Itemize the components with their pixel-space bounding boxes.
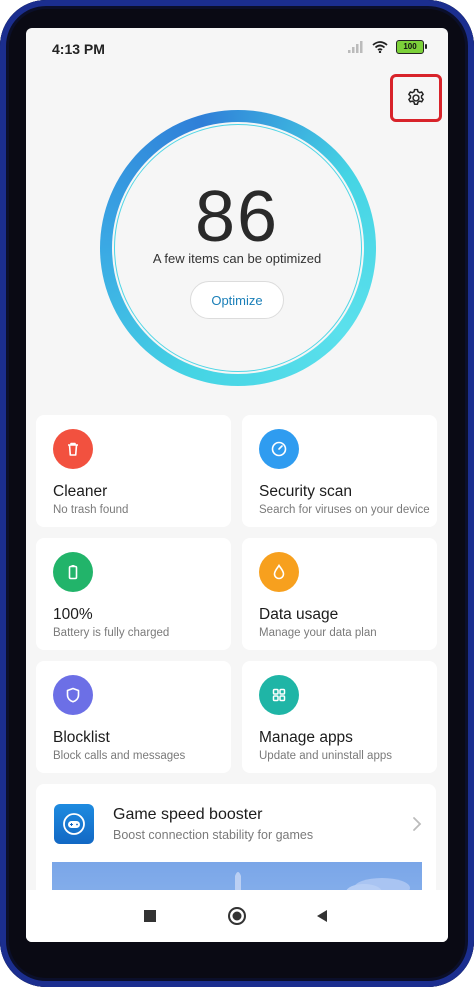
phone-frame: 4:13 PM 100 86 A few items can be optimi… [0, 0, 474, 987]
game-booster-title: Game speed booster [113, 806, 263, 823]
card-title: 100% [53, 606, 93, 623]
card-subtitle: Update and uninstall apps [259, 750, 392, 762]
card-security-scan[interactable]: Security scan Search for viruses on your… [242, 415, 437, 527]
signal-icon [348, 41, 363, 53]
back-button[interactable] [308, 902, 336, 930]
battery-icon: 100 [396, 40, 427, 54]
settings-button[interactable] [390, 74, 442, 122]
score-value: 86 [194, 177, 280, 257]
card-subtitle: Manage your data plan [259, 627, 377, 639]
card-subtitle: No trash found [53, 504, 129, 516]
status-icons: 100 [348, 40, 427, 54]
battery-level: 100 [403, 42, 417, 51]
card-subtitle: Block calls and messages [53, 750, 186, 762]
recents-button[interactable] [136, 902, 164, 930]
recents-square-icon [144, 910, 156, 922]
status-time: 4:13 PM [52, 41, 105, 57]
shield-icon [53, 675, 93, 715]
trash-icon [53, 429, 93, 469]
card-subtitle: Search for viruses on your device [259, 504, 430, 516]
card-manage-apps[interactable]: Manage apps Update and uninstall apps [242, 661, 437, 773]
card-cleaner[interactable]: Cleaner No trash found [36, 415, 231, 527]
card-data-usage[interactable]: Data usage Manage your data plan [242, 538, 437, 650]
gamepad-icon [54, 804, 94, 844]
scan-gauge-icon [259, 429, 299, 469]
home-circle-icon [228, 907, 246, 925]
back-triangle-icon [317, 910, 327, 922]
card-subtitle: Battery is fully charged [53, 627, 170, 639]
grid-icon [259, 675, 299, 715]
card-battery[interactable]: 100% Battery is fully charged [36, 538, 231, 650]
card-blocklist[interactable]: Blocklist Block calls and messages [36, 661, 231, 773]
score-subtitle: A few items can be optimized [152, 251, 322, 266]
security-app-screen: 4:13 PM 100 86 A few items can be optimi… [26, 28, 448, 942]
chevron-right-icon [413, 817, 422, 831]
home-button[interactable] [223, 902, 251, 930]
droplet-icon [259, 552, 299, 592]
wifi-icon [372, 41, 388, 53]
card-title: Manage apps [259, 729, 353, 746]
status-bar: 4:13 PM 100 [26, 28, 448, 68]
game-booster-subtitle: Boost connection stability for games [113, 828, 314, 842]
card-title: Cleaner [53, 483, 108, 500]
card-title: Security scan [259, 483, 353, 500]
optimize-button[interactable]: Optimize [190, 281, 284, 319]
card-title: Blocklist [53, 729, 110, 746]
gear-icon [408, 88, 424, 105]
card-title: Data usage [259, 606, 339, 623]
battery-card-icon [53, 552, 93, 592]
navigation-bar [26, 890, 448, 942]
